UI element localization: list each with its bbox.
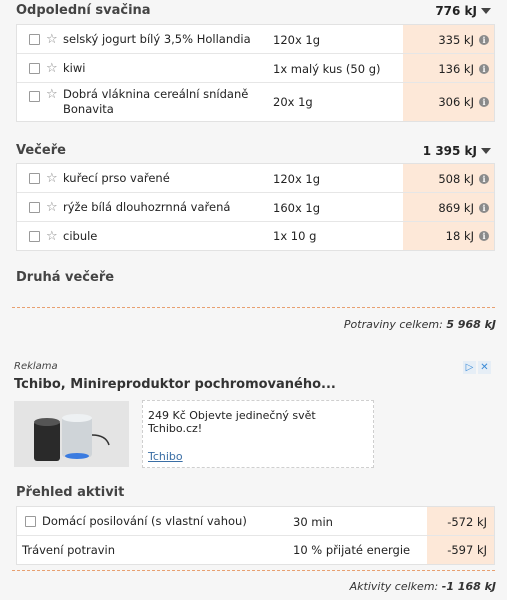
snack-header: Odpolední svačina 776 kJ [16, 3, 491, 18]
info-icon[interactable]: i [479, 35, 489, 45]
food-name[interactable]: cibule [63, 229, 273, 244]
food-amount: 160x 1g [273, 201, 321, 215]
star-icon[interactable]: ☆ [46, 230, 58, 243]
activity-amount: 10 % přijaté energie [293, 543, 411, 557]
item-checkbox[interactable] [29, 91, 40, 102]
chevron-down-icon[interactable] [481, 7, 491, 14]
dinner-total-value: 1 395 kJ [422, 143, 477, 158]
activity-name[interactable]: Domácí posilování (s vlastní vahou) [42, 514, 302, 529]
snack-title: Odpolední svačina [16, 3, 151, 18]
info-icon[interactable]: i [479, 231, 489, 241]
food-kj: 508 kJ [438, 172, 474, 186]
food-amount: 1x malý kus (50 g) [273, 62, 381, 76]
item-checkbox[interactable] [29, 63, 40, 74]
dinner-total[interactable]: 1 395 kJ [423, 144, 491, 158]
item-checkbox[interactable] [29, 173, 40, 184]
table-row: ☆ kuřecí prso vařené 120x 1g 508 kJ i [17, 164, 494, 193]
ad-label: Reklama [14, 361, 58, 372]
chevron-down-icon[interactable] [481, 147, 491, 154]
ad-close-icon[interactable]: ✕ [478, 361, 491, 374]
info-icon[interactable]: i [479, 203, 489, 213]
food-amount: 120x 1g [273, 172, 321, 186]
food-name[interactable]: kiwi [63, 61, 273, 76]
ad-info-icon[interactable]: ▷ [463, 361, 476, 374]
food-total-value: 5 968 kJ [446, 318, 496, 331]
table-row: ☆ rýže bílá dlouhozrnná vařená 160x 1g 8… [17, 193, 494, 222]
table-row: Domácí posilování (s vlastní vahou) 30 m… [17, 507, 494, 536]
activity-kj: -572 kJ [447, 515, 487, 529]
info-icon[interactable]: i [479, 174, 489, 184]
item-checkbox[interactable] [29, 34, 40, 45]
food-total-label: Potraviny celkem: [343, 318, 443, 331]
food-kj: 335 kJ [438, 33, 474, 47]
star-icon[interactable]: ☆ [46, 33, 58, 46]
activities-header: Přehled aktivit [16, 485, 491, 500]
ad-link[interactable]: Tchibo [148, 450, 183, 463]
activity-name: Trávení potravin [22, 543, 116, 557]
item-checkbox[interactable] [25, 516, 36, 527]
activity-kj: -597 kJ [447, 543, 487, 557]
ad-text-box[interactable]: 249 Kč Objevte jedinečný svět Tchibo.cz!… [142, 400, 374, 468]
star-icon[interactable]: ☆ [46, 62, 58, 75]
food-amount: 120x 1g [273, 33, 321, 47]
activity-amount: 30 min [293, 515, 333, 529]
ad-text[interactable]: 249 Kč Objevte jedinečný svět Tchibo.cz! [148, 409, 373, 435]
food-kj: 306 kJ [438, 95, 474, 109]
food-total: Potraviny celkem: 5 968 kJ [344, 318, 496, 331]
dinner-header: Večeře 1 395 kJ [16, 143, 491, 158]
food-amount: 1x 10 g [273, 229, 317, 243]
food-name[interactable]: Dobrá vláknina cereální snídaně Bonavita [63, 87, 273, 117]
food-name[interactable]: kuřecí prso vařené [63, 171, 273, 186]
star-icon[interactable]: ☆ [46, 201, 58, 214]
activities-table: Domácí posilování (s vlastní vahou) 30 m… [16, 506, 495, 565]
star-icon[interactable]: ☆ [46, 88, 58, 101]
item-checkbox[interactable] [29, 202, 40, 213]
dinner-title: Večeře [16, 143, 66, 158]
table-row: ☆ cibule 1x 10 g 18 kJ i [17, 222, 494, 250]
activity-total: Aktivity celkem: -1 168 kJ [350, 580, 496, 593]
info-icon[interactable]: i [479, 64, 489, 74]
food-kj: 869 kJ [438, 201, 474, 215]
star-icon[interactable]: ☆ [46, 172, 58, 185]
speaker-image [14, 401, 129, 467]
table-row: ☆ kiwi 1x malý kus (50 g) 136 kJ i [17, 54, 494, 83]
info-icon[interactable]: i [479, 97, 489, 107]
ad-image[interactable] [14, 401, 129, 467]
divider [12, 307, 495, 308]
food-amount: 20x 1g [273, 95, 313, 109]
food-name[interactable]: selský jogurt bílý 3,5% Hollandia [63, 32, 273, 47]
food-kj: 18 kJ [445, 229, 474, 243]
item-checkbox[interactable] [29, 231, 40, 242]
snack-table: ☆ selský jogurt bílý 3,5% Hollandia 120x… [16, 24, 495, 122]
snack-total-value: 776 kJ [435, 3, 477, 18]
activity-total-value: -1 168 kJ [441, 580, 496, 593]
table-row: Trávení potravin 10 % přijaté energie -5… [17, 536, 494, 564]
food-kj: 136 kJ [438, 62, 474, 76]
second-dinner-title: Druhá večeře [16, 270, 115, 285]
table-row: ☆ Dobrá vláknina cereální snídaně Bonavi… [17, 83, 494, 121]
snack-total[interactable]: 776 kJ [435, 4, 491, 18]
dinner-table: ☆ kuřecí prso vařené 120x 1g 508 kJ i ☆ … [16, 163, 495, 251]
divider [12, 570, 495, 571]
second-dinner-header: Druhá večeře [16, 270, 491, 285]
ad-title[interactable]: Tchibo, Minireproduktor pochromovaného..… [14, 377, 336, 392]
activity-total-label: Aktivity celkem: [349, 580, 439, 593]
food-name[interactable]: rýže bílá dlouhozrnná vařená [63, 200, 273, 215]
activities-title: Přehled aktivit [16, 485, 125, 500]
table-row: ☆ selský jogurt bílý 3,5% Hollandia 120x… [17, 25, 494, 54]
